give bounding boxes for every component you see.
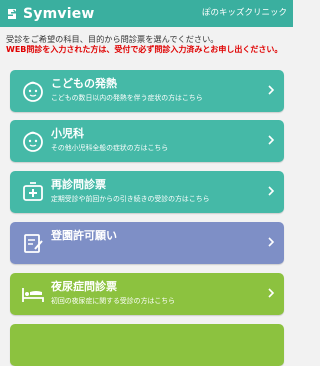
app-header: Symview ぽのキッズクリニック [0, 0, 293, 27]
card-title: 夜尿症問診票 [51, 280, 117, 293]
chevron-right-icon [268, 237, 275, 247]
chevron-right-icon [268, 85, 275, 95]
form-edit-icon [24, 234, 43, 253]
web-notice-text: WEB問診を入力された方は、受付で必ず問診入力済みとお申し出ください。 [6, 45, 283, 54]
chevron-right-icon [268, 186, 275, 196]
card-daycare-permission[interactable]: 登園許可願い [10, 222, 284, 264]
clinic-name: ぽのキッズクリニック [201, 8, 287, 18]
card-pediatrics[interactable]: 小児科 その他小児科全般の症状の方はこちら [10, 120, 284, 162]
card-description: 初回の夜尿症に関する受診の方はこちら [51, 297, 176, 305]
card-partially-visible[interactable] [10, 324, 284, 366]
card-title: こどもの発熱 [51, 77, 117, 90]
card-revisit-questionnaire[interactable]: 再診問診票 定期受診や前回からの引き続きの受診の方はこちら [10, 171, 284, 213]
child-face-icon [23, 81, 43, 102]
card-title: 再診問診票 [51, 178, 106, 191]
card-description: こどもの数日以内の発熱を伴う症状の方はこちら [51, 94, 203, 102]
card-description: その他小児科全般の症状の方はこちら [51, 144, 169, 152]
bed-icon [22, 288, 44, 302]
card-child-fever[interactable]: こどもの発熱 こどもの数日以内の発熱を伴う症状の方はこちら [10, 70, 284, 112]
chevron-right-icon [268, 288, 275, 298]
app-name: Symview [23, 5, 95, 22]
symview-logo-icon [8, 8, 18, 19]
app-logo[interactable]: Symview [5, 0, 95, 27]
intro-text: 受診をご希望の科目、目的から問診票を選んでください。 [6, 34, 219, 44]
child-face-icon [23, 131, 43, 152]
card-title: 小児科 [51, 127, 84, 140]
medical-cross-icon [23, 182, 43, 201]
card-bedwetting-questionnaire[interactable]: 夜尿症問診票 初回の夜尿症に関する受診の方はこちら [10, 273, 284, 315]
card-title: 登園許可願い [51, 229, 117, 242]
card-description: 定期受診や前回からの引き続きの受診の方はこちら [51, 195, 210, 203]
chevron-right-icon [268, 135, 275, 145]
